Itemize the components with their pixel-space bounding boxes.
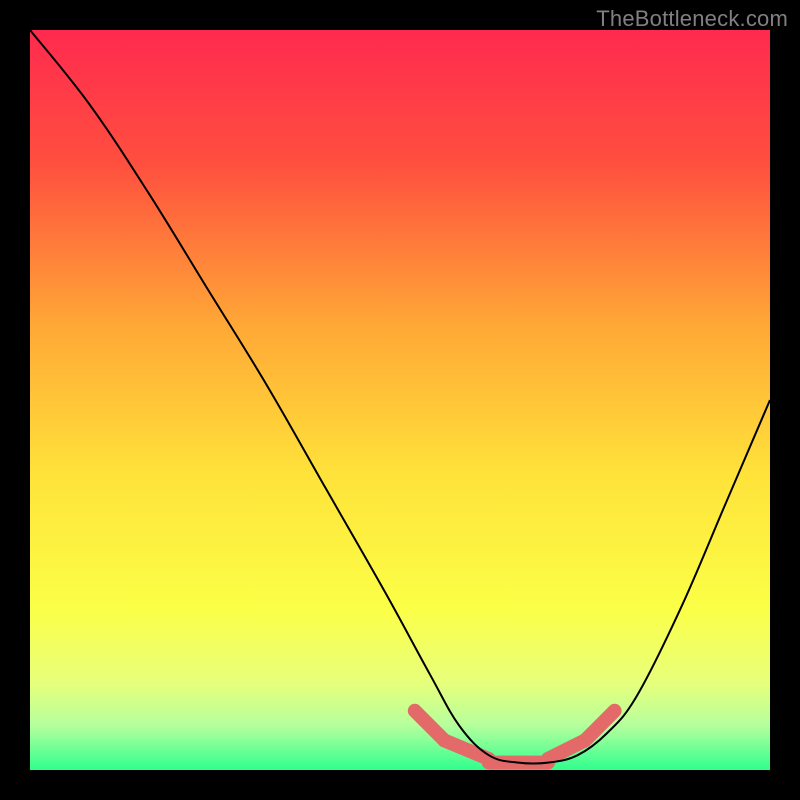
chart-background [30, 30, 770, 770]
chart-frame: TheBottleneck.com [0, 0, 800, 800]
chart-plot [30, 30, 770, 770]
chart-svg [30, 30, 770, 770]
watermark-text: TheBottleneck.com [596, 6, 788, 32]
